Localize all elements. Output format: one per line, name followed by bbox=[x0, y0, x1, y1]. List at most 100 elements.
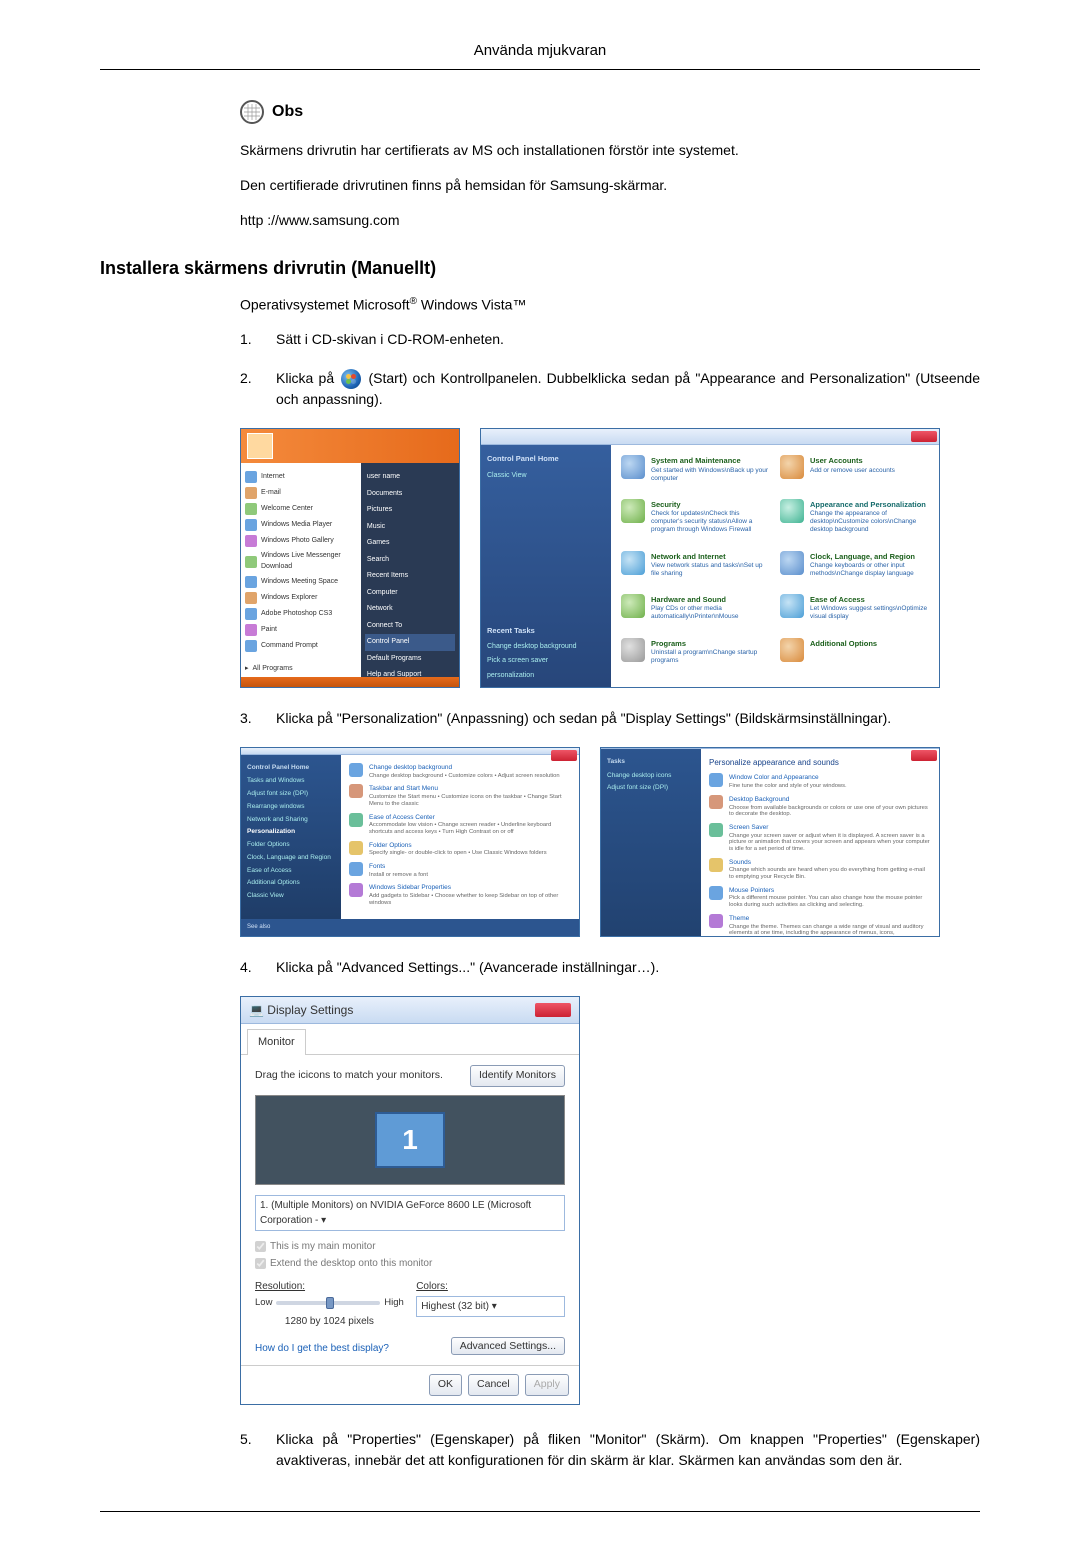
plm-1: Taskbar and Start Menu bbox=[369, 784, 571, 794]
close-icon bbox=[911, 750, 937, 761]
close-icon bbox=[551, 750, 577, 761]
bottom-rule bbox=[100, 1511, 980, 1512]
step2-pre: Klicka på bbox=[276, 370, 339, 386]
smr-controlpanel: Control Panel bbox=[365, 634, 455, 651]
pl-1: Adjust font size (DPI) bbox=[247, 788, 335, 801]
plm-4s: Install or remove a font bbox=[369, 872, 428, 879]
ds-monitor-preview: 1 bbox=[255, 1095, 565, 1185]
pers-left-main: Change desktop backgroundChange desktop … bbox=[341, 755, 579, 919]
check-extend: Extend the desktop onto this monitor bbox=[255, 1256, 565, 1271]
cp-c4s: View network status and tasks\nSet up fi… bbox=[651, 562, 770, 578]
step-3: Klicka på "Personalization" (Anpassning)… bbox=[240, 708, 980, 729]
smr-music: Music bbox=[365, 519, 455, 536]
cp-c4: Network and Internet bbox=[651, 551, 770, 562]
step2-post: (Start) och Kontrollpanelen. Dubbelklick… bbox=[276, 370, 980, 407]
sm-meeting: Windows Meeting Space bbox=[261, 577, 338, 588]
plm-2: Ease of Access Center bbox=[369, 813, 571, 823]
screenshot-start-menu: Internet E-mail Welcome Center Windows M… bbox=[240, 428, 460, 688]
reg-symbol: ® bbox=[410, 296, 417, 307]
cp-c9: Additional Options bbox=[810, 638, 877, 649]
plm-1s: Customize the Start menu • Customize ico… bbox=[369, 794, 571, 807]
monitor-1-icon[interactable]: 1 bbox=[375, 1112, 445, 1168]
pl-5: Folder Options bbox=[247, 839, 335, 852]
ds-tab-monitor[interactable]: Monitor bbox=[247, 1029, 306, 1055]
cp-c2s: Check for updates\nCheck this computer's… bbox=[651, 510, 770, 533]
pl-3: Network and Sharing bbox=[247, 813, 335, 826]
main-checkbox[interactable] bbox=[255, 1241, 266, 1252]
cp-recent-h: Recent Tasks bbox=[487, 625, 577, 636]
resolution-slider[interactable] bbox=[276, 1301, 380, 1305]
prm-2: Screen Saver bbox=[729, 823, 931, 833]
smr-network: Network bbox=[365, 601, 455, 618]
cp-c3: Appearance and Personalization bbox=[810, 499, 929, 510]
step-1: Sätt i CD-skivan i CD-ROM-enheten. bbox=[240, 329, 980, 350]
start-bottom-bar bbox=[241, 677, 459, 687]
smr-recent: Recent Items bbox=[365, 568, 455, 585]
pr-0: Change desktop icons bbox=[607, 769, 695, 782]
note-heading: Obs bbox=[240, 100, 980, 124]
note-line-2: Den certifierade drivrutinen finns på he… bbox=[240, 175, 980, 196]
prm-4: Mouse Pointers bbox=[729, 886, 931, 896]
start-user-banner bbox=[241, 429, 459, 463]
pl-8: Additional Options bbox=[247, 877, 335, 890]
cancel-button[interactable]: Cancel bbox=[468, 1374, 519, 1396]
cp-c0s: Get started with Windows\nBack up your c… bbox=[651, 467, 770, 483]
resolution-value: 1280 by 1024 pixels bbox=[255, 1314, 404, 1329]
smr-default: Default Programs bbox=[365, 651, 455, 668]
plm-2s: Accommodate low vision • Change screen r… bbox=[369, 822, 571, 835]
close-icon bbox=[911, 431, 937, 442]
smr-connect: Connect To bbox=[365, 618, 455, 635]
screenshot-control-panel: Control Panel Home Classic View Recent T… bbox=[480, 428, 940, 688]
smr-docs: Documents bbox=[365, 486, 455, 503]
prm-1s: Choose from available backgrounds or col… bbox=[729, 805, 931, 818]
prm-2s: Change your screen saver or adjust when … bbox=[729, 833, 931, 853]
cp-classic: Classic View bbox=[487, 469, 605, 484]
page-header: Använda mjukvaran bbox=[100, 40, 980, 70]
cp-sidebar: Control Panel Home Classic View Recent T… bbox=[481, 445, 611, 687]
plm-0s: Change desktop background • Customize co… bbox=[369, 773, 560, 780]
section-heading: Installera skärmens drivrutin (Manuellt) bbox=[100, 255, 980, 282]
smr-search: Search bbox=[365, 552, 455, 569]
cp-categories: System and MaintenanceGet started with W… bbox=[611, 445, 939, 687]
check-main-monitor: This is my main monitor bbox=[255, 1239, 565, 1254]
pr-1: Adjust font size (DPI) bbox=[607, 782, 695, 795]
plm-5: Windows Sidebar Properties bbox=[369, 883, 571, 893]
user-picture bbox=[247, 433, 273, 459]
monitor-select[interactable]: 1. (Multiple Monitors) on NVIDIA GeForce… bbox=[255, 1195, 565, 1231]
cp-c7: Ease of Access bbox=[810, 594, 929, 605]
sm-paint: Paint bbox=[261, 625, 277, 636]
cp-c6s: Play CDs or other media automatically\nP… bbox=[651, 605, 770, 621]
sm-explorer: Windows Explorer bbox=[261, 593, 317, 604]
cp-c1: User Accounts bbox=[810, 455, 895, 466]
prm-title: Personalize appearance and sounds bbox=[709, 757, 931, 769]
identify-monitors-button[interactable]: Identify Monitors bbox=[470, 1065, 565, 1087]
ds-drag-text: Drag the icicons to match your monitors. bbox=[255, 1068, 443, 1084]
sm-internet: Internet bbox=[261, 472, 285, 483]
plm-4: Fonts bbox=[369, 862, 428, 872]
note-url: http ://www.samsung.com bbox=[240, 210, 980, 231]
plm-3: Folder Options bbox=[369, 841, 547, 851]
os-suffix: Windows Vista™ bbox=[417, 296, 526, 312]
colors-label: Colors: bbox=[416, 1279, 565, 1294]
screenshot-display-settings: 💻 Display Settings Monitor Drag the icic… bbox=[240, 996, 580, 1405]
cp-r3: personalization bbox=[487, 669, 577, 684]
sm-wmp: Windows Media Player bbox=[261, 520, 332, 531]
pers-left-side: Control Panel Home Tasks and Windows Adj… bbox=[241, 755, 341, 919]
colors-select[interactable]: Highest (32 bit) ▾ bbox=[416, 1296, 565, 1317]
apply-button[interactable]: Apply bbox=[525, 1374, 569, 1396]
prm-0s: Fine tune the color and style of your wi… bbox=[729, 783, 847, 790]
prm-3s: Change which sounds are heard when you d… bbox=[729, 867, 931, 880]
pr-sh: Tasks bbox=[607, 755, 695, 769]
cp-c3s: Change the appearance of desktop\nCustom… bbox=[810, 510, 929, 533]
cp-c5: Clock, Language, and Region bbox=[810, 551, 929, 562]
prm-4s: Pick a different mouse pointer. You can … bbox=[729, 895, 931, 908]
ok-button[interactable]: OK bbox=[429, 1374, 462, 1396]
help-link[interactable]: How do I get the best display? bbox=[255, 1341, 389, 1356]
extend-checkbox[interactable] bbox=[255, 1258, 266, 1269]
advanced-settings-button[interactable]: Advanced Settings... bbox=[451, 1337, 565, 1355]
prm-0: Window Color and Appearance bbox=[729, 773, 847, 783]
ds-window-title: 💻 Display Settings bbox=[249, 1001, 353, 1019]
smr-computer: Computer bbox=[365, 585, 455, 602]
plm-0: Change desktop background bbox=[369, 763, 560, 773]
os-line: Operativsystemet Microsoft® Windows Vist… bbox=[240, 294, 980, 316]
